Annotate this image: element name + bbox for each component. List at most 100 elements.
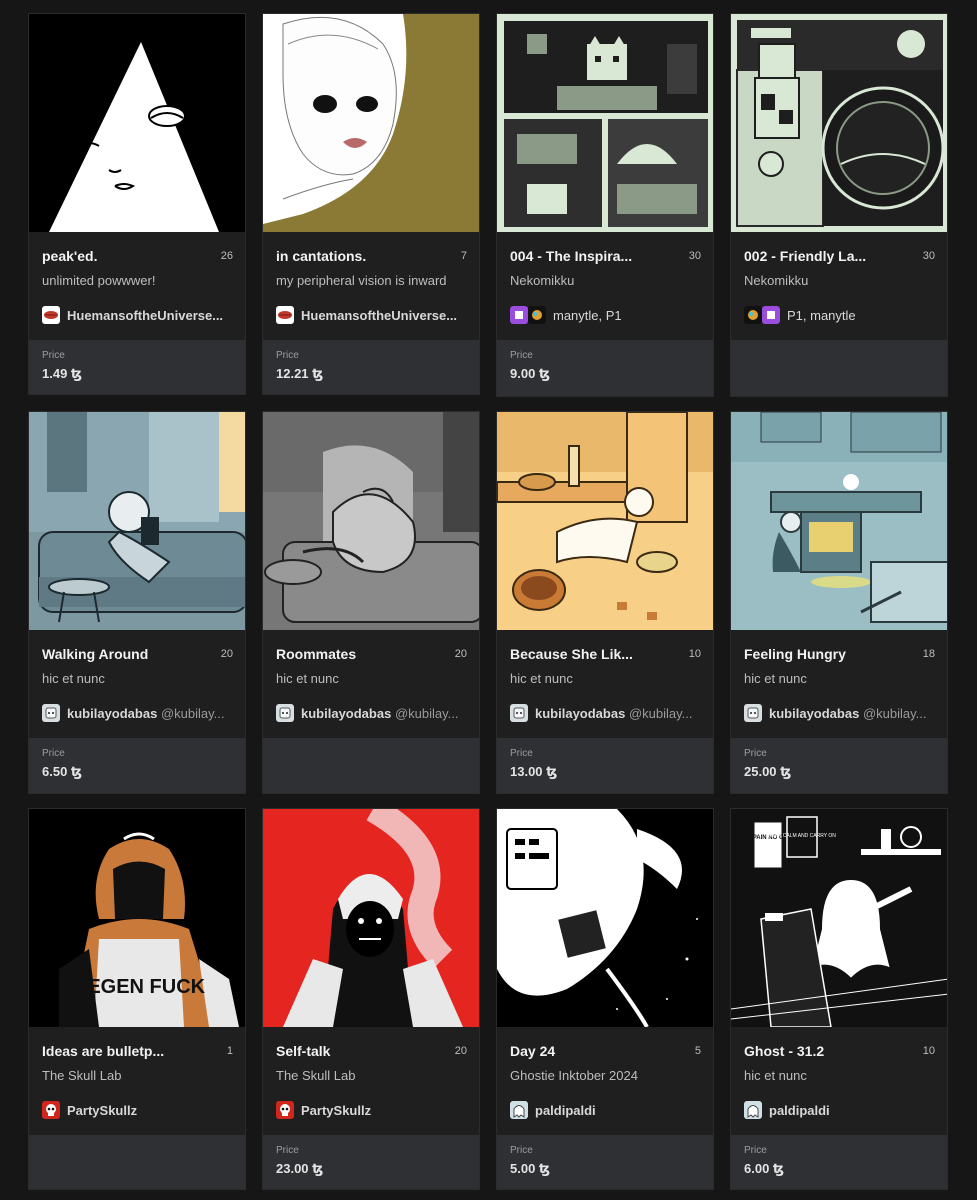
- price-label: Price: [744, 1145, 767, 1156]
- artwork-image[interactable]: DEGEN FUCK: [29, 809, 245, 1027]
- artwork-image[interactable]: [29, 412, 245, 630]
- creator-handle[interactable]: @kubilay...: [863, 706, 927, 721]
- creator-name[interactable]: paldipaldi: [769, 1103, 830, 1118]
- price-value: 5.00 ꜩ: [510, 1161, 551, 1176]
- collection-name[interactable]: hic et nunc: [42, 671, 237, 686]
- price-value: 6.00 ꜩ: [744, 1161, 785, 1176]
- creator-row[interactable]: manytle, P1: [510, 305, 705, 325]
- creator-handle[interactable]: @kubilay...: [629, 706, 693, 721]
- card-title[interactable]: Because She Lik...: [510, 646, 675, 662]
- collection-name[interactable]: unlimited powwwer!: [42, 273, 237, 288]
- artwork-image[interactable]: [263, 809, 479, 1027]
- price-box: Price 25.00 ꜩ: [731, 738, 947, 793]
- creator-row[interactable]: PartySkullz: [276, 1100, 471, 1120]
- creator-row[interactable]: kubilayodabas @kubilay...: [744, 703, 939, 723]
- character-avatar-icon: [42, 704, 60, 722]
- creator-name[interactable]: PartySkullz: [301, 1103, 371, 1118]
- price-box: Price 6.00 ꜩ: [731, 1135, 947, 1189]
- price-value: 6.50 ꜩ: [42, 764, 83, 779]
- card-info: Ideas are bulletp... 1 The Skull Lab Par…: [29, 1027, 245, 1135]
- nft-card[interactable]: NO PAIN NO GAIN KEEP CALM AND CARRY ON G…: [730, 808, 948, 1190]
- artwork-image[interactable]: [731, 412, 947, 630]
- creator-name[interactable]: paldipaldi: [535, 1103, 596, 1118]
- nft-card[interactable]: 004 - The Inspira... 30 Nekomikku manytl…: [496, 13, 714, 397]
- card-info: Because She Lik... 10 hic et nunc kubila…: [497, 630, 713, 738]
- card-info: 002 - Friendly La... 30 Nekomikku P1, ma…: [731, 232, 947, 340]
- nft-card[interactable]: Feeling Hungry 18 hic et nunc kubilayoda…: [730, 411, 948, 794]
- creator-row[interactable]: HuemansoftheUniverse...: [276, 305, 471, 325]
- creator-row[interactable]: paldipaldi: [744, 1100, 939, 1120]
- nft-card[interactable]: 002 - Friendly La... 30 Nekomikku P1, ma…: [730, 13, 948, 397]
- creator-row[interactable]: kubilayodabas @kubilay...: [42, 703, 237, 723]
- price-value: 23.00 ꜩ: [276, 1161, 324, 1176]
- creator-name[interactable]: kubilayodabas @kubilay...: [769, 706, 926, 721]
- price-box: [731, 340, 947, 396]
- creator-name[interactable]: kubilayodabas @kubilay...: [67, 706, 224, 721]
- nft-card[interactable]: Roommates 20 hic et nunc kubilayodabas @…: [262, 411, 480, 794]
- nft-card[interactable]: Walking Around 20 hic et nunc kubilayoda…: [28, 411, 246, 794]
- card-title[interactable]: Ghost - 31.2: [744, 1043, 909, 1059]
- card-title[interactable]: Day 24: [510, 1043, 675, 1059]
- nft-grid: peak'ed. 26 unlimited powwwer! Huemansof…: [0, 0, 977, 1200]
- creator-handle[interactable]: @kubilay...: [161, 706, 225, 721]
- creator-handle[interactable]: @kubilay...: [395, 706, 459, 721]
- creator-name[interactable]: PartySkullz: [67, 1103, 137, 1118]
- card-title[interactable]: Self-talk: [276, 1043, 441, 1059]
- collection-name[interactable]: hic et nunc: [744, 671, 939, 686]
- creator-name[interactable]: kubilayodabas @kubilay...: [535, 706, 692, 721]
- collection-name[interactable]: Nekomikku: [744, 273, 939, 288]
- collection-name[interactable]: Ghostie Inktober 2024: [510, 1068, 705, 1083]
- price-box: Price 9.00 ꜩ: [497, 340, 713, 396]
- artwork-image[interactable]: [497, 14, 713, 232]
- artwork-image[interactable]: [497, 412, 713, 630]
- edition-count: 10: [922, 1045, 935, 1057]
- creator-name[interactable]: kubilayodabas @kubilay...: [301, 706, 458, 721]
- creator-row[interactable]: kubilayodabas @kubilay...: [510, 703, 705, 723]
- artwork-image[interactable]: [263, 14, 479, 232]
- edition-count: 7: [460, 250, 467, 262]
- card-title[interactable]: 004 - The Inspira...: [510, 248, 675, 264]
- nft-card[interactable]: peak'ed. 26 unlimited powwwer! Huemansof…: [28, 13, 246, 395]
- edition-count: 30: [922, 250, 935, 262]
- collection-name[interactable]: Nekomikku: [510, 273, 705, 288]
- creator-name[interactable]: HuemansoftheUniverse...: [67, 308, 223, 323]
- card-title[interactable]: Ideas are bulletp...: [42, 1043, 207, 1059]
- creator-name[interactable]: HuemansoftheUniverse...: [301, 308, 457, 323]
- artwork-image[interactable]: [497, 809, 713, 1027]
- creator-row[interactable]: HuemansoftheUniverse...: [42, 305, 237, 325]
- artwork-image[interactable]: NO PAIN NO GAIN KEEP CALM AND CARRY ON: [731, 809, 947, 1027]
- ghost-avatar-icon: [744, 1101, 762, 1119]
- artwork-image[interactable]: [263, 412, 479, 630]
- edition-count: 20: [220, 648, 233, 660]
- edition-count: 20: [454, 1045, 467, 1057]
- nft-card[interactable]: Self-talk 20 The Skull Lab PartySkullz P…: [262, 808, 480, 1190]
- nft-card[interactable]: Because She Lik... 10 hic et nunc kubila…: [496, 411, 714, 794]
- card-title[interactable]: 002 - Friendly La...: [744, 248, 909, 264]
- collection-name[interactable]: hic et nunc: [510, 671, 705, 686]
- creator-name[interactable]: manytle, P1: [553, 308, 622, 323]
- nft-card[interactable]: DEGEN FUCK Ideas are bulletp... 1 The Sk…: [28, 808, 246, 1190]
- card-info: 004 - The Inspira... 30 Nekomikku manytl…: [497, 232, 713, 340]
- card-info: Day 24 5 Ghostie Inktober 2024 paldipald…: [497, 1027, 713, 1135]
- creator-row[interactable]: P1, manytle: [744, 305, 939, 325]
- card-title[interactable]: Walking Around: [42, 646, 207, 662]
- collection-name[interactable]: my peripheral vision is inward: [276, 273, 471, 288]
- price-box: [29, 1135, 245, 1189]
- artwork-image[interactable]: [29, 14, 245, 232]
- collection-name[interactable]: hic et nunc: [276, 671, 471, 686]
- artwork-image[interactable]: [731, 14, 947, 232]
- collection-name[interactable]: hic et nunc: [744, 1068, 939, 1083]
- creator-row[interactable]: paldipaldi: [510, 1100, 705, 1120]
- collection-name[interactable]: The Skull Lab: [276, 1068, 471, 1083]
- card-title[interactable]: in cantations.: [276, 248, 441, 264]
- card-title[interactable]: peak'ed.: [42, 248, 207, 264]
- price-label: Price: [510, 748, 533, 759]
- creator-row[interactable]: kubilayodabas @kubilay...: [276, 703, 471, 723]
- card-title[interactable]: Feeling Hungry: [744, 646, 909, 662]
- collection-name[interactable]: The Skull Lab: [42, 1068, 237, 1083]
- card-title[interactable]: Roommates: [276, 646, 441, 662]
- nft-card[interactable]: in cantations. 7 my peripheral vision is…: [262, 13, 480, 395]
- creator-name[interactable]: P1, manytle: [787, 308, 856, 323]
- nft-card[interactable]: Day 24 5 Ghostie Inktober 2024 paldipald…: [496, 808, 714, 1190]
- creator-row[interactable]: PartySkullz: [42, 1100, 237, 1120]
